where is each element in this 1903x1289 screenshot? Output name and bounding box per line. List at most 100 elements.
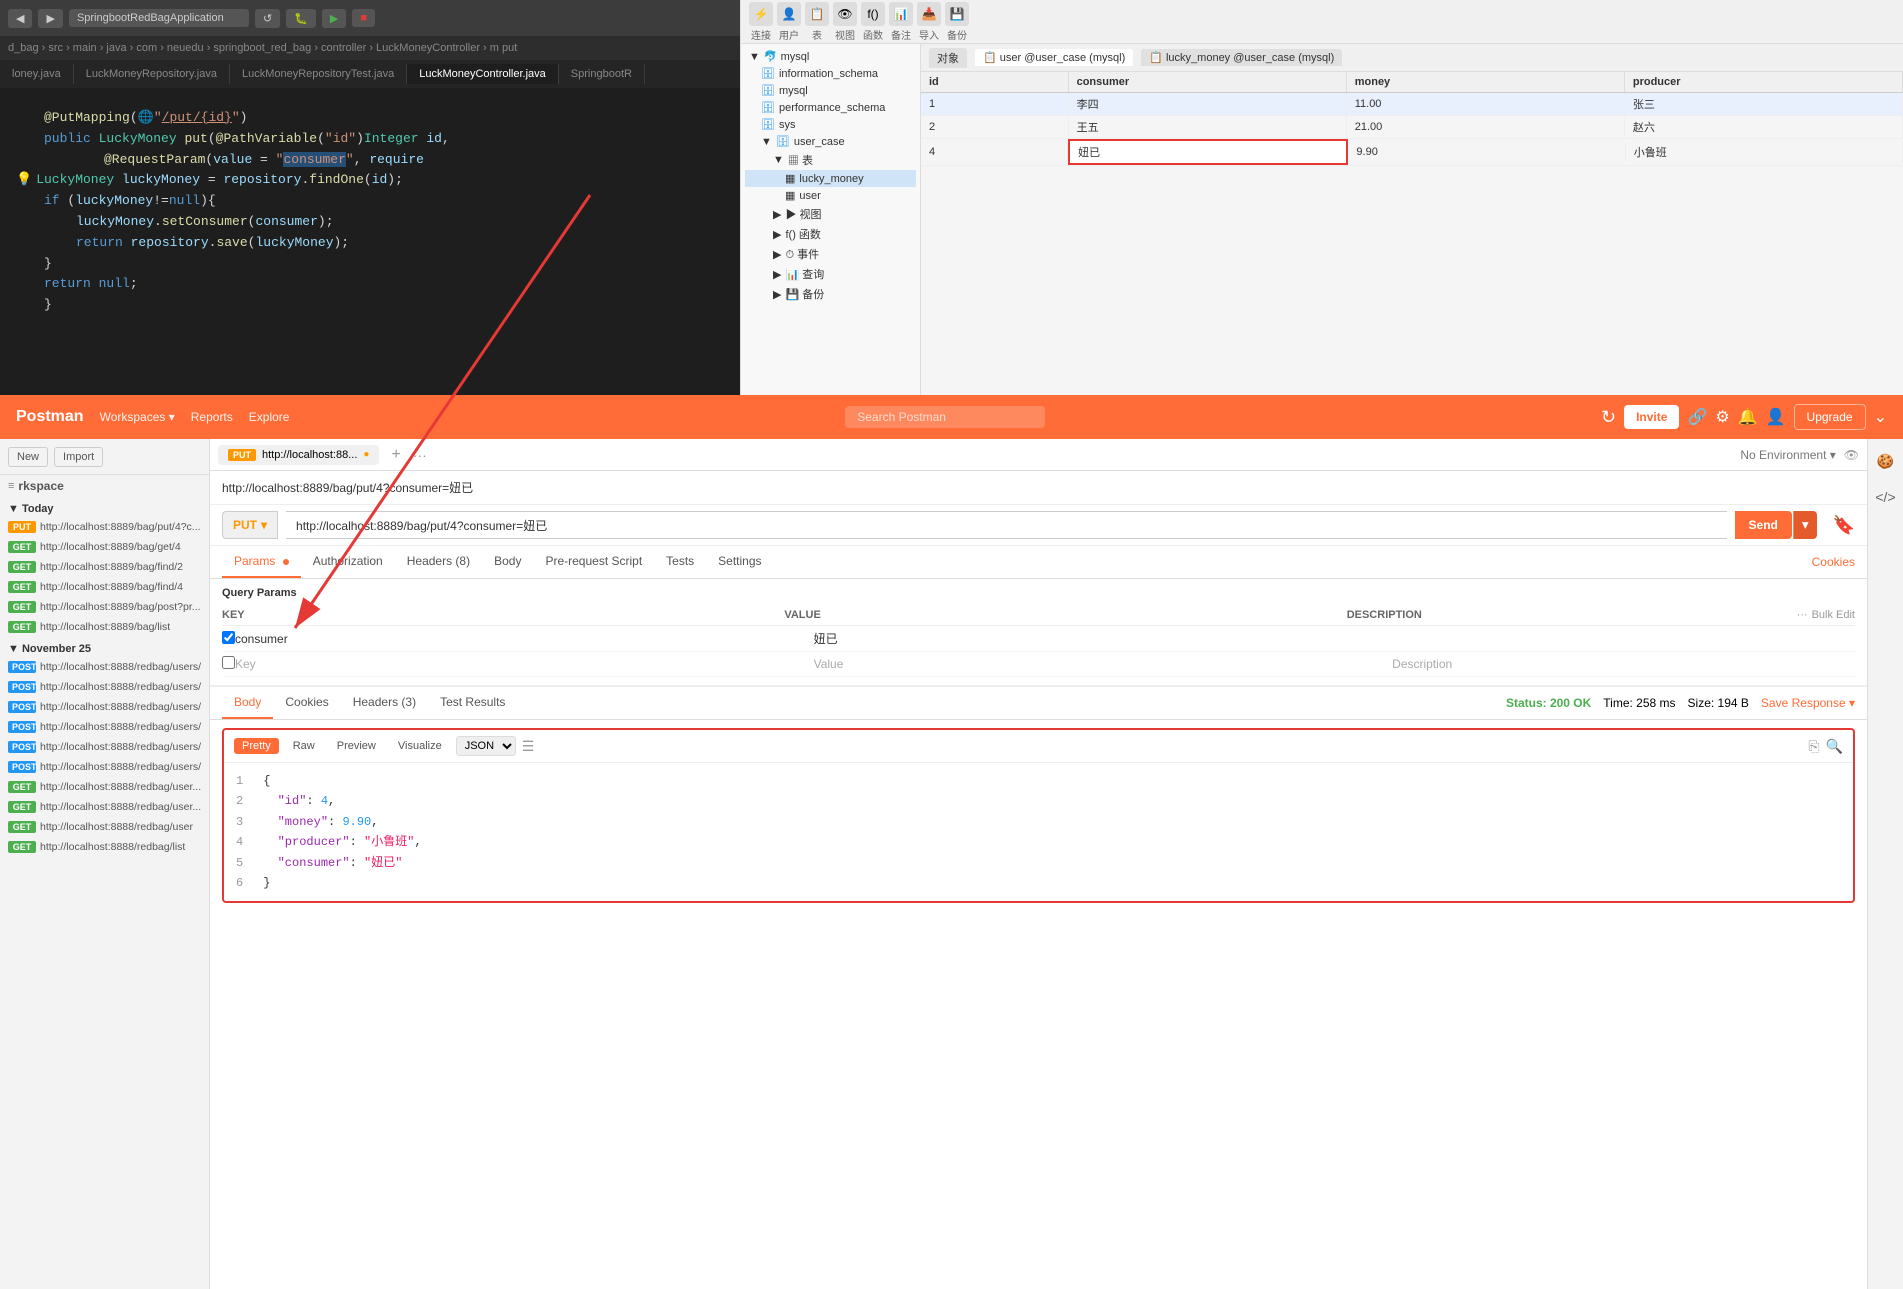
sidebar-item-get-1[interactable]: GET http://localhost:8889/bag/get/4: [0, 537, 209, 557]
consumer-checkbox[interactable]: [222, 631, 235, 644]
headers-tab[interactable]: Headers (8): [395, 546, 482, 578]
body-tab[interactable]: Body: [482, 546, 533, 578]
sidebar-item-get-user2[interactable]: GET http://localhost:8888/redbag/user...: [0, 797, 209, 817]
invite-button[interactable]: Invite: [1624, 405, 1679, 429]
env-eye-icon[interactable]: 👁: [1844, 448, 1859, 462]
authorization-tab[interactable]: Authorization: [301, 546, 395, 578]
sidebar-item-post-3[interactable]: POST http://localhost:8888/redbag/users/: [0, 697, 209, 717]
forward-btn[interactable]: ▶: [38, 9, 62, 28]
right-sidebar-code-icon[interactable]: </>: [1872, 483, 1900, 511]
db-tree-events[interactable]: ▶ ⏱ 事件: [745, 244, 916, 264]
send-dropdown[interactable]: ▾: [1793, 511, 1817, 539]
db-tree-user[interactable]: ▦ user: [745, 187, 916, 204]
new-button[interactable]: New: [8, 447, 48, 467]
sidebar-item-put-1[interactable]: PUT http://localhost:8889/bag/put/4?c...: [0, 517, 209, 537]
sidebar-item-get-5[interactable]: GET http://localhost:8889/bag/list: [0, 617, 209, 637]
db-tree-views[interactable]: ▶ ▶ 视图: [745, 204, 916, 224]
tab-repotest[interactable]: LuckMoneyRepositoryTest.java: [230, 64, 407, 84]
method-select[interactable]: PUT ▾: [222, 511, 278, 539]
db-tree-performance[interactable]: 🗄 performance_schema: [745, 99, 916, 116]
db-tree-lucky_money[interactable]: ▦ lucky_money: [745, 170, 916, 187]
db-tab-lucky_money[interactable]: 📋 lucky_money @user_case (mysql): [1141, 49, 1342, 66]
save-icon[interactable]: 🔖: [1833, 515, 1855, 536]
app-selector[interactable]: SpringbootRedBagApplication: [69, 9, 249, 27]
run-btn[interactable]: ▶: [322, 9, 346, 28]
sidebar-item-post-4[interactable]: POST http://localhost:8888/redbag/users/: [0, 717, 209, 737]
db-connect[interactable]: ⚡ 连接: [749, 2, 773, 42]
params-tab[interactable]: Params: [222, 546, 301, 578]
db-tree-sys[interactable]: 🗄 sys: [745, 116, 916, 133]
empty-key[interactable]: Key: [235, 657, 814, 671]
copy-icon[interactable]: ⎘: [1808, 738, 1819, 755]
nav-workspaces[interactable]: Workspaces ▾: [100, 410, 175, 424]
tab-controller[interactable]: LuckMoneyController.java: [407, 64, 559, 84]
format-type-select[interactable]: JSON: [456, 736, 516, 756]
sidebar-item-post-1[interactable]: POST http://localhost:8888/redbag/users/: [0, 657, 209, 677]
upgrade-button[interactable]: Upgrade: [1794, 404, 1866, 430]
db-table-btn[interactable]: 📋 表: [805, 2, 829, 42]
db-tree-tables-group[interactable]: ▼ ▦ 表: [745, 150, 916, 170]
db-row-2[interactable]: 2 王五 21.00 赵六: [921, 116, 1903, 139]
sidebar-item-post-2[interactable]: POST http://localhost:8888/redbag/users/: [0, 677, 209, 697]
sync-icon[interactable]: ↻: [1601, 407, 1616, 428]
format-options-icon[interactable]: ☰: [522, 738, 535, 755]
empty-desc[interactable]: Description: [1392, 657, 1855, 671]
menu-icon[interactable]: ⌄: [1874, 407, 1887, 427]
filter-icon[interactable]: ≡: [8, 480, 14, 492]
empty-value[interactable]: Value: [814, 657, 1393, 671]
back-btn[interactable]: ◀: [8, 9, 32, 28]
debug-btn[interactable]: 🐛: [286, 9, 316, 28]
cookies-link[interactable]: Cookies: [1812, 555, 1855, 569]
sidebar-item-get-user3[interactable]: GET http://localhost:8888/redbag/user: [0, 817, 209, 837]
sidebar-item-post-6[interactable]: POST http://localhost:8888/redbag/users/: [0, 757, 209, 777]
right-sidebar-cookie-icon[interactable]: 🍪: [1872, 447, 1900, 475]
tests-tab[interactable]: Tests: [654, 546, 706, 578]
settings-icon[interactable]: ⚙: [1715, 407, 1729, 427]
db-row-1[interactable]: 1 李四 11.00 张三: [921, 93, 1903, 116]
sidebar-item-get-3[interactable]: GET http://localhost:8889/bag/find/4: [0, 577, 209, 597]
db-backup-btn[interactable]: 💾 备份: [945, 2, 969, 42]
tab-springboot[interactable]: SpringbootR: [559, 64, 645, 84]
notification-icon[interactable]: 🔔: [1738, 407, 1758, 427]
send-button[interactable]: Send: [1735, 511, 1792, 539]
db-tree-mysql[interactable]: 🗄 mysql: [745, 82, 916, 99]
url-input[interactable]: [286, 511, 1727, 539]
prerequest-tab[interactable]: Pre-request Script: [533, 546, 654, 578]
db-report-btn[interactable]: 📊 备注: [889, 2, 913, 42]
settings-tab[interactable]: Settings: [706, 546, 773, 578]
resp-tab-cookies[interactable]: Cookies: [273, 687, 340, 719]
db-import-btn[interactable]: 📥 导入: [917, 2, 941, 42]
db-tab-object[interactable]: 对象: [929, 48, 967, 68]
search-input[interactable]: [845, 406, 1045, 428]
sidebar-item-post-5[interactable]: POST http://localhost:8888/redbag/users/: [0, 737, 209, 757]
nav-explore[interactable]: Explore: [249, 410, 290, 424]
db-tree-root[interactable]: ▼ 🐬 mysql: [745, 48, 916, 65]
nav-reports[interactable]: Reports: [191, 410, 233, 424]
refresh-btn[interactable]: ↺: [255, 9, 280, 28]
format-visualize[interactable]: Visualize: [390, 738, 450, 754]
db-tree-backup[interactable]: ▶ 💾 备份: [745, 284, 916, 304]
connect-icon[interactable]: 🔗: [1687, 407, 1707, 427]
db-tree-queries[interactable]: ▶ 📊 查询: [745, 264, 916, 284]
empty-checkbox[interactable]: [222, 656, 235, 669]
resp-tab-testresults[interactable]: Test Results: [428, 687, 517, 719]
db-view-btn[interactable]: 👁 视图: [833, 2, 857, 42]
consumer-value[interactable]: 妞已: [814, 630, 1393, 647]
db-tree-functions[interactable]: ▶ f() 函数: [745, 224, 916, 244]
db-user[interactable]: 👤 用户: [777, 2, 801, 42]
sidebar-item-get-2[interactable]: GET http://localhost:8889/bag/find/2: [0, 557, 209, 577]
stop-btn[interactable]: ■: [352, 9, 375, 27]
resp-tab-headers[interactable]: Headers (3): [341, 687, 428, 719]
tab-loney[interactable]: loney.java: [0, 64, 74, 84]
db-row-4[interactable]: 4 妞已 9.90 小鲁班: [921, 139, 1903, 166]
bulk-edit-btn[interactable]: ··· Bulk Edit: [1797, 609, 1855, 621]
db-tree-information_schema[interactable]: 🗄 information_schema: [745, 65, 916, 82]
sidebar-item-get-4[interactable]: GET http://localhost:8889/bag/post?pr...: [0, 597, 209, 617]
save-response-btn[interactable]: Save Response ▾: [1761, 696, 1855, 710]
resp-tab-body[interactable]: Body: [222, 687, 273, 719]
import-button[interactable]: Import: [54, 447, 103, 467]
avatar-icon[interactable]: 👤: [1766, 407, 1786, 427]
db-tree-user_case[interactable]: ▼ 🗄 user_case: [745, 133, 916, 150]
env-selector[interactable]: No Environment ▾: [1740, 448, 1835, 462]
sidebar-item-get-list[interactable]: GET http://localhost:8888/redbag/list: [0, 837, 209, 857]
